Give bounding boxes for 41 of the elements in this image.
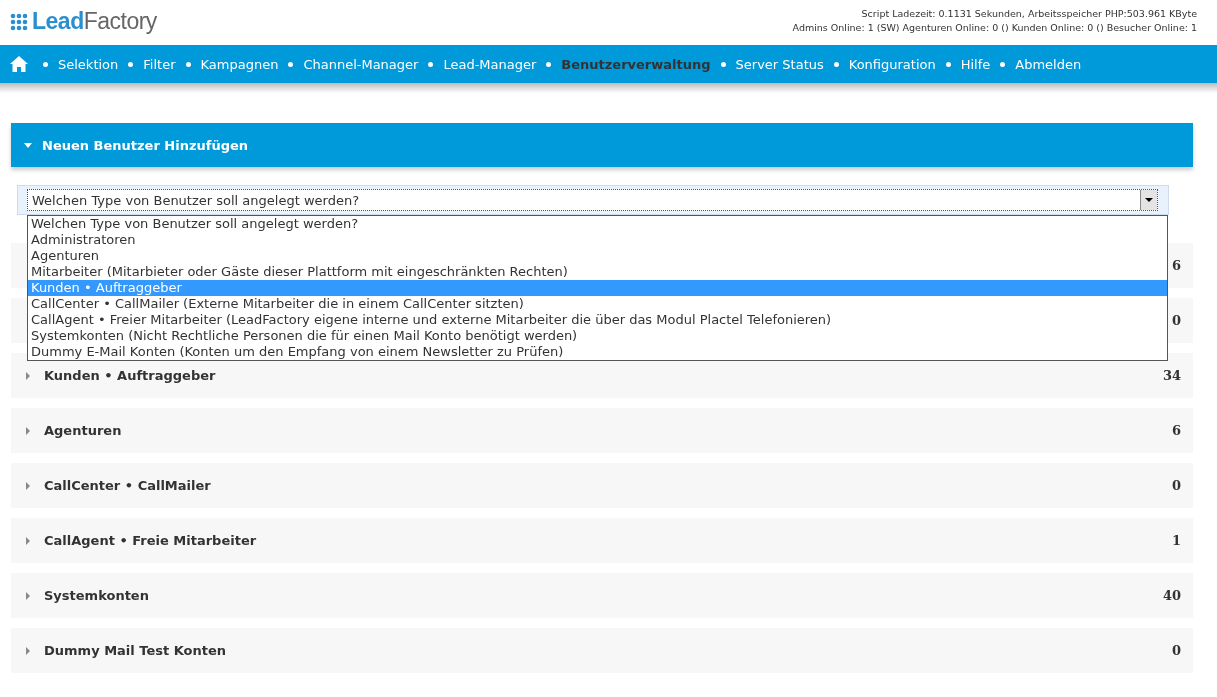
caret-icon — [26, 426, 30, 435]
dropdown-option[interactable]: CallCenter • CallMailer (Externe Mitarbeiter die in einem CallCenter sitzten) — [28, 296, 1167, 312]
dropdown-option[interactable]: CallAgent • Freier Mitarbeiter (LeadFactory eigene interne und externe Mitarbeiter die über das Modul Plactel Telefonieren) — [28, 312, 1167, 328]
group-count: 34 — [1162, 368, 1181, 383]
home-icon[interactable] — [9, 55, 29, 73]
dropdown-option[interactable]: Welchen Type von Benutzer soll angelegt werden? — [28, 216, 1167, 232]
group-count: 40 — [1162, 588, 1181, 603]
group-count: 0 — [1171, 478, 1181, 493]
logo-text: LeadFactory — [32, 8, 157, 35]
caret-icon — [26, 591, 30, 600]
panel-title: Neuen Benutzer Hinzufügen — [42, 137, 249, 153]
group-title: CallAgent • Freie Mitarbeiter — [44, 533, 257, 548]
nav-link[interactable]: Benutzerverwaltung — [561, 56, 711, 72]
dropdown-option[interactable]: Mitarbeiter (Mitarbieter oder Gäste dieser Plattform mit eingeschränkten Rechten) — [28, 264, 1167, 280]
logo-dots-icon — [10, 12, 30, 31]
group-title: Systemkonten — [44, 588, 149, 603]
group-row[interactable]: CallCenter • CallMailer 0 — [11, 463, 1193, 508]
group-count: 1 — [1171, 533, 1181, 548]
caret-icon — [24, 142, 32, 148]
group-row[interactable]: Systemkonten 40 — [11, 573, 1193, 618]
dropdown-option[interactable]: Agenturen — [28, 248, 1167, 264]
dropdown-option[interactable]: Administratoren — [28, 232, 1167, 248]
status-text: Admins Online: 1 (SW) Agenturen Online: 0 () Kunden Online: 0 () Besucher Online: 1 — [792, 21, 1197, 35]
group-row[interactable]: CallAgent • Freie Mitarbeiter 1 — [11, 518, 1193, 563]
group-title: Kunden • Auftraggeber — [44, 368, 216, 383]
caret-icon — [26, 536, 30, 545]
caret-icon — [26, 481, 30, 490]
group-count: 6 — [1171, 423, 1181, 438]
group-row[interactable]: Dummy Mail Test Konten 0 — [11, 628, 1193, 673]
group-title: CallCenter • CallMailer — [44, 478, 211, 493]
group-row[interactable]: Agenturen 6 — [11, 408, 1193, 453]
user-type-dropdown[interactable]: Welchen Type von Benutzer soll angelegt werden? — [27, 189, 1158, 211]
group-title: Agenturen — [44, 423, 122, 438]
group-count: 6 — [1171, 258, 1181, 273]
caret-icon — [26, 646, 30, 655]
caret-icon — [26, 371, 30, 380]
group-title: Dummy Mail Test Konten — [44, 643, 227, 658]
group-count: 0 — [1171, 643, 1181, 658]
status-text: Script Ladezeit: 0.1131 Sekunden, Arbeitsspeicher PHP:503.961 KByte — [860, 7, 1197, 21]
dropdown-option[interactable]: Systemkonten (Nicht Rechtliche Personen die für einen Mail Konto benötigt werden) — [28, 328, 1167, 344]
group-count: 0 — [1171, 313, 1181, 328]
